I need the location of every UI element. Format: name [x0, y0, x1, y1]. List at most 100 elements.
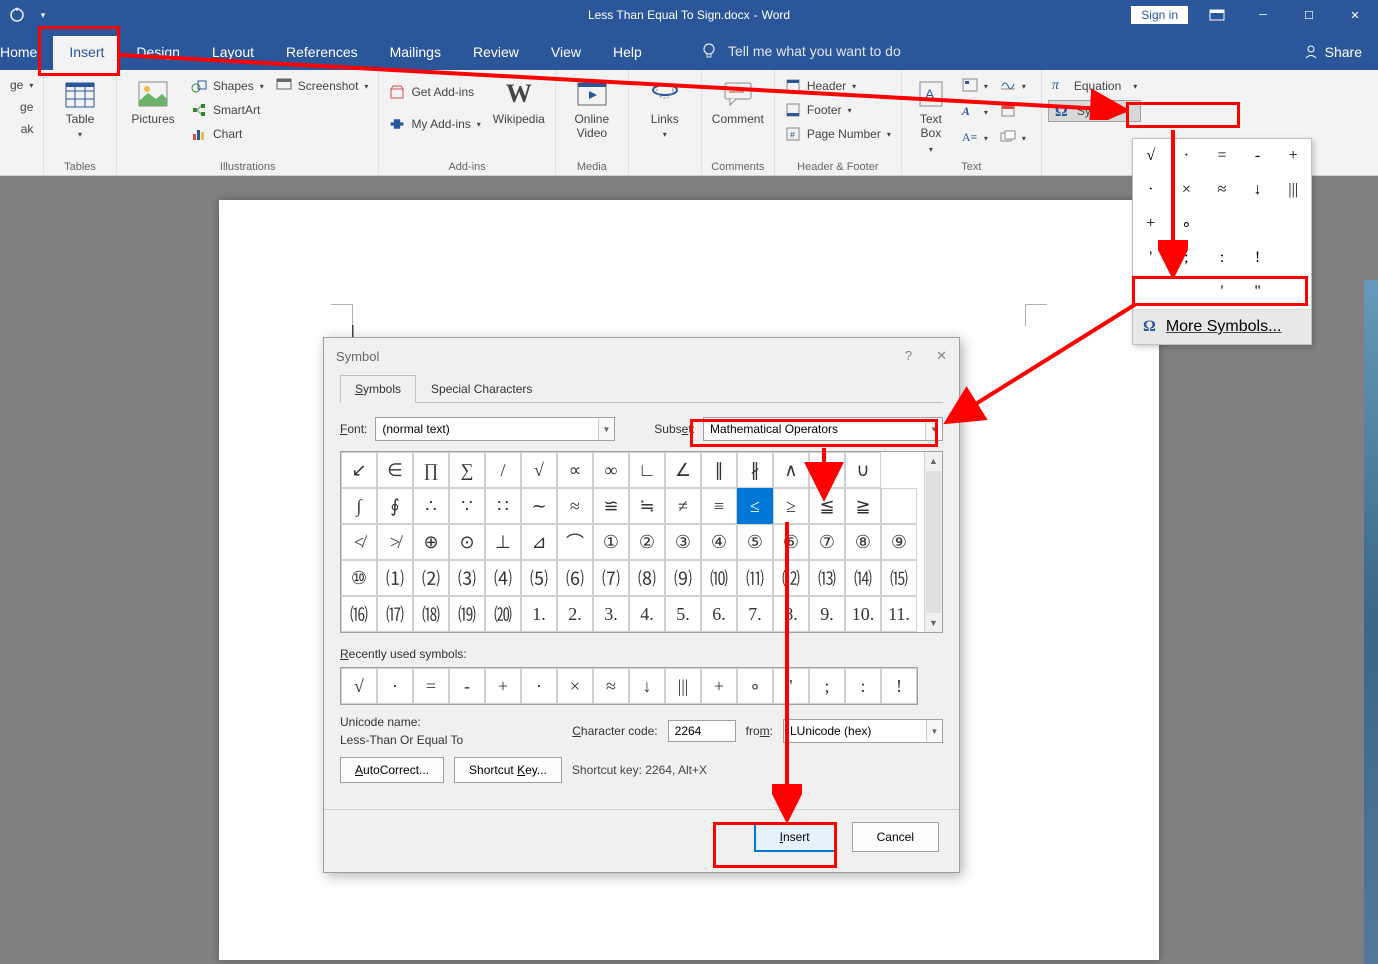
symbol-cell[interactable]: ⊥ — [485, 524, 521, 560]
tab-insert[interactable]: Insert — [53, 36, 120, 70]
symbol-cell[interactable]: ∏ — [413, 452, 449, 488]
symbol-cell[interactable]: ∟ — [629, 452, 665, 488]
symbol-cell[interactable]: 10. — [845, 596, 881, 632]
scroll-thumb[interactable] — [926, 471, 941, 613]
symbol-cell[interactable]: ≤ — [737, 488, 773, 524]
symbol-panel-item[interactable]: · — [1169, 139, 1205, 173]
dialog-help-button[interactable]: ? — [905, 348, 912, 364]
symbol-cell[interactable]: ⒄ — [377, 596, 413, 632]
symbol-cell[interactable]: 5. — [665, 596, 701, 632]
symbol-cell[interactable]: ≌ — [593, 488, 629, 524]
symbol-panel-item[interactable]: + — [1133, 207, 1169, 241]
tab-design[interactable]: Design — [120, 36, 196, 70]
symbol-cell[interactable]: ∵ — [449, 488, 485, 524]
more-symbols-button[interactable]: Ω More Symbols... — [1133, 309, 1311, 344]
table-button[interactable]: Table▾ — [50, 74, 110, 145]
share-button[interactable]: Share — [1303, 44, 1362, 60]
signin-button[interactable]: Sign in — [1131, 6, 1188, 24]
comment-button[interactable]: Comment — [708, 74, 768, 130]
symbol-cell[interactable]: ⑨ — [881, 524, 917, 560]
ribbon-display-icon[interactable] — [1194, 0, 1240, 30]
symbol-cell[interactable]: ∝ — [557, 452, 593, 488]
recent-symbol-cell[interactable]: = — [413, 668, 449, 704]
insert-button[interactable]: Insert — [754, 822, 836, 852]
symbol-panel-item[interactable]: : — [1204, 241, 1240, 275]
symbol-cell[interactable]: ⒅ — [413, 596, 449, 632]
symbol-cell[interactable]: 3. — [593, 596, 629, 632]
symbol-cell[interactable] — [881, 488, 917, 524]
recent-symbol-cell[interactable]: ≈ — [593, 668, 629, 704]
symbol-cell[interactable]: 9. — [809, 596, 845, 632]
symbol-panel-item[interactable]: √ — [1133, 139, 1169, 173]
symbol-cell[interactable]: ∴ — [413, 488, 449, 524]
tell-me-search[interactable]: Tell me what you want to do — [700, 42, 901, 60]
my-addins-button[interactable]: My Add-ins ▾ — [385, 114, 484, 134]
font-combo[interactable]: ▼ — [375, 417, 615, 441]
online-video-button[interactable]: Online Video — [562, 74, 622, 145]
symbol-cell[interactable]: ⒁ — [845, 560, 881, 596]
wordart-button[interactable]: A▾ — [958, 102, 992, 122]
page-break-button[interactable]: ak — [17, 120, 38, 138]
symbol-cell[interactable]: ⒃ — [341, 596, 377, 632]
chart-button[interactable]: Chart — [187, 124, 268, 144]
screenshot-button[interactable]: Screenshot▾ — [272, 76, 373, 96]
symbol-cell[interactable]: ↙ — [341, 452, 377, 488]
tab-mailings[interactable]: Mailings — [374, 36, 457, 70]
symbol-panel-item[interactable] — [1133, 275, 1169, 309]
symbol-cell[interactable]: 2. — [557, 596, 593, 632]
symbol-cell[interactable]: ⊿ — [521, 524, 557, 560]
symbol-cell[interactable]: ∮ — [377, 488, 413, 524]
symbol-cell[interactable]: ⊙ — [449, 524, 485, 560]
tab-help[interactable]: Help — [597, 36, 658, 70]
recent-symbol-cell[interactable]: ! — [881, 668, 917, 704]
symbol-table-scrollbar[interactable]: ▲ ▼ — [924, 452, 942, 632]
tab-view[interactable]: View — [535, 36, 597, 70]
symbol-panel-item[interactable] — [1204, 207, 1240, 241]
symbol-cell[interactable]: ≠ — [665, 488, 701, 524]
tab-review[interactable]: Review — [457, 36, 535, 70]
symbol-cell[interactable]: 7. — [737, 596, 773, 632]
cancel-button[interactable]: Cancel — [852, 822, 939, 852]
symbol-cell[interactable]: ⑹ — [557, 560, 593, 596]
symbol-cell[interactable]: ⒇ — [485, 596, 521, 632]
maximize-button[interactable]: ☐ — [1286, 0, 1332, 30]
symbol-cell[interactable]: ⑷ — [485, 560, 521, 596]
symbol-cell[interactable]: ∧ — [773, 452, 809, 488]
symbol-cell[interactable]: 4. — [629, 596, 665, 632]
recent-symbol-cell[interactable]: × — [557, 668, 593, 704]
scroll-down-icon[interactable]: ▼ — [925, 614, 942, 632]
symbol-cell[interactable]: ≦ — [809, 488, 845, 524]
symbol-cell[interactable]: 1. — [521, 596, 557, 632]
symbol-button[interactable]: ΩSymbol▾ — [1048, 100, 1141, 122]
symbol-cell[interactable]: ≮ — [341, 524, 377, 560]
symbol-panel-item[interactable]: · — [1133, 173, 1169, 207]
symbol-panel-item[interactable] — [1275, 275, 1311, 309]
symbol-cell[interactable]: ⑶ — [449, 560, 485, 596]
cover-page-button[interactable]: ge▾ — [6, 76, 37, 94]
symbol-panel-item[interactable]: × — [1169, 173, 1205, 207]
symbol-cell[interactable]: ⑤ — [737, 524, 773, 560]
symbol-cell[interactable]: ⒀ — [809, 560, 845, 596]
tab-layout[interactable]: Layout — [196, 36, 270, 70]
quick-parts-button[interactable]: ▾ — [958, 76, 992, 96]
close-button[interactable]: ✕ — [1332, 0, 1378, 30]
chevron-down-icon[interactable]: ▼ — [925, 418, 942, 440]
symbol-panel-item[interactable]: ; — [1169, 241, 1205, 275]
symbol-cell[interactable]: ⑽ — [701, 560, 737, 596]
page-number-button[interactable]: #Page Number▾ — [781, 124, 895, 144]
object-button[interactable]: ▾ — [996, 128, 1030, 148]
dialog-tab-special[interactable]: Special Characters — [416, 375, 547, 403]
symbol-cell[interactable]: ∪ — [845, 452, 881, 488]
recent-symbol-cell[interactable]: : — [845, 668, 881, 704]
scroll-up-icon[interactable]: ▲ — [925, 452, 942, 470]
dialog-titlebar[interactable]: Symbol ? ✕ — [324, 338, 959, 374]
symbol-cell[interactable]: ∑ — [449, 452, 485, 488]
recent-symbol-cell[interactable]: - — [449, 668, 485, 704]
symbol-panel-item[interactable]: " — [1240, 275, 1276, 309]
symbol-cell[interactable]: ∈ — [377, 452, 413, 488]
recent-symbol-cell[interactable]: ||| — [665, 668, 701, 704]
recent-symbol-cell[interactable]: + — [485, 668, 521, 704]
symbol-panel-item[interactable] — [1240, 207, 1276, 241]
shortcut-key-button[interactable]: Shortcut Key... — [454, 757, 562, 783]
symbol-cell[interactable]: 6. — [701, 596, 737, 632]
